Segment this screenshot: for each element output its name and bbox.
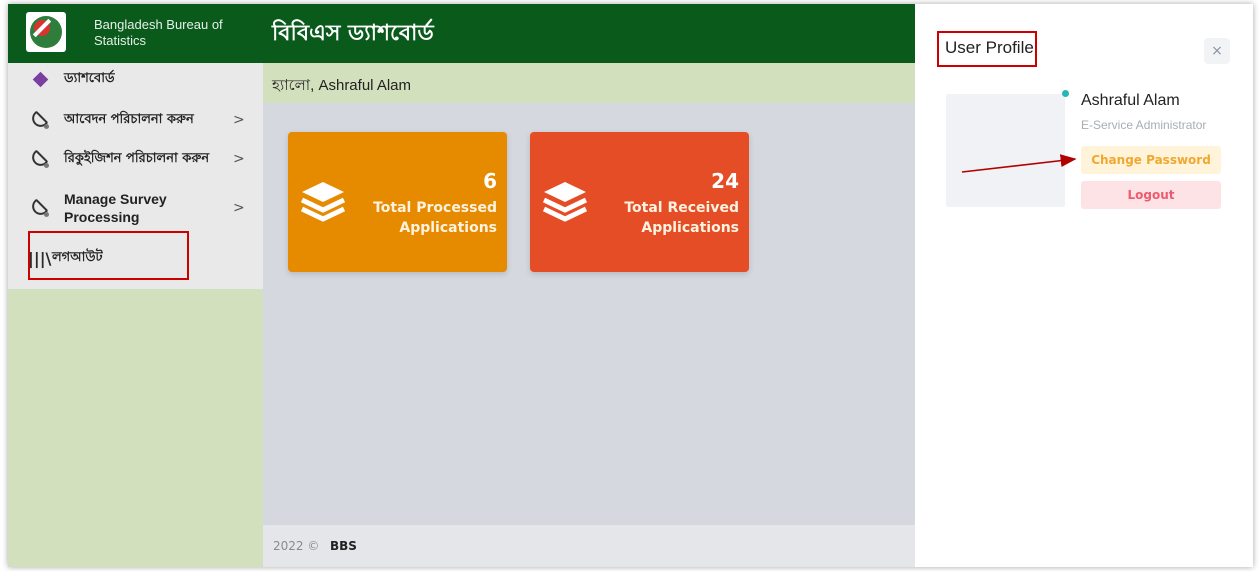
app-window: Bangladesh Bureau of Statistics বিবিএস ড… <box>8 4 1253 567</box>
card-value: 6 <box>483 169 497 193</box>
card-title: Total Processed Applications <box>373 200 497 236</box>
annotation-arrow <box>961 154 1077 173</box>
sidebar-item-dashboard[interactable]: ড্যাশবোর্ড <box>8 63 263 95</box>
dashboard-content: 6 Total Processed Applications 24 Total … <box>263 103 915 525</box>
drop-dot <box>44 124 49 129</box>
chevron-right-icon: > <box>233 200 245 216</box>
avatar <box>946 94 1065 207</box>
layers-icon <box>300 182 346 222</box>
sidebar-item-label: ড্যাশবোর্ড <box>64 71 115 86</box>
user-name: Ashraful Alam <box>1081 92 1180 109</box>
sidebar-item-manage-requisitions[interactable]: রিকুইজিশন পরিচালনা করুন > <box>8 140 263 178</box>
drop-dot <box>44 163 49 168</box>
sidebar: ড্যাশবোর্ড আবেদন পরিচালনা করুন > রিকুইজি… <box>8 63 263 567</box>
app-title: বিবিএস ড্যাশবোর্ড <box>272 21 434 46</box>
card-value: 24 <box>711 169 739 193</box>
bbs-logo <box>26 12 66 52</box>
change-password-button[interactable]: Change Password <box>1081 146 1221 174</box>
user-profile-drawer: User Profile × Ashraful Alam E-Service A… <box>915 4 1253 567</box>
card-total-processed[interactable]: 6 Total Processed Applications <box>288 132 507 272</box>
online-status-dot <box>1062 90 1069 97</box>
sidebar-item-manage-applications[interactable]: আবেদন পরিচালনা করুন > <box>8 101 263 139</box>
sidebar-item-label: রিকুইজিশন পরিচালনা করুন <box>64 151 210 166</box>
card-title: Total Received Applications <box>624 200 739 236</box>
sidebar-menu: ড্যাশবোর্ড আবেদন পরিচালনা করুন > রিকুইজি… <box>8 63 263 289</box>
close-icon[interactable]: × <box>1204 38 1230 64</box>
top-header: Bangladesh Bureau of Statistics বিবিএস ড… <box>8 4 915 63</box>
logout-button[interactable]: Logout <box>1081 181 1221 209</box>
greeting-bar: হ্যালো, Ashraful Alam <box>263 63 915 103</box>
sidebar-item-label: Manage Survey Processing <box>64 191 167 225</box>
user-role: E-Service Administrator <box>1081 118 1207 132</box>
chevron-right-icon: > <box>233 112 245 128</box>
diamond-icon <box>32 71 49 87</box>
chevron-right-icon: > <box>233 151 245 167</box>
sidebar-item-label: আবেদন পরিচালনা করুন <box>64 112 194 127</box>
annotation-box-logout <box>28 231 189 280</box>
sidebar-item-manage-survey-processing[interactable]: Manage Survey Processing > <box>8 183 263 233</box>
footer-year: 2022 © <box>273 539 320 553</box>
card-total-received[interactable]: 24 Total Received Applications <box>530 132 749 272</box>
footer: 2022 © BBS <box>263 525 915 567</box>
drawer-title: User Profile <box>945 38 1034 57</box>
footer-org: BBS <box>330 539 357 553</box>
layers-icon <box>542 182 588 222</box>
greeting-text: হ্যালো, Ashraful Alam <box>272 77 412 94</box>
drop-dot <box>44 212 49 217</box>
org-name: Bangladesh Bureau of Statistics <box>94 17 223 48</box>
